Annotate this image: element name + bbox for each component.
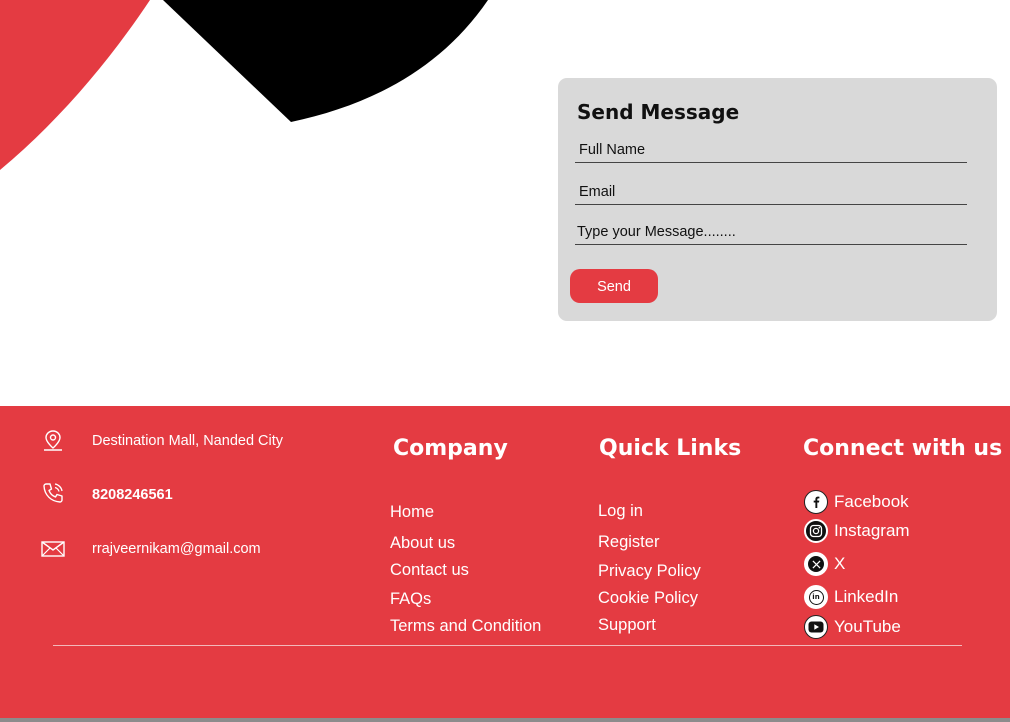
footer-link-faqs[interactable]: FAQs — [390, 590, 431, 609]
send-message-title: Send Message — [577, 100, 740, 124]
instagram-icon — [804, 519, 828, 543]
send-button[interactable]: Send — [570, 269, 658, 303]
social-label: X — [834, 554, 846, 573]
youtube-icon — [804, 615, 828, 639]
bottom-strip — [0, 718, 1010, 722]
facebook-icon — [804, 490, 828, 514]
email-field[interactable]: Email — [575, 181, 967, 205]
footer-link-home[interactable]: Home — [390, 503, 434, 522]
decorative-shapes — [0, 0, 488, 170]
social-label: Facebook — [834, 492, 909, 511]
footer-link-register[interactable]: Register — [598, 533, 659, 552]
connect-heading: Connect with us — [803, 436, 1003, 461]
social-link-facebook[interactable]: Facebook — [804, 489, 909, 515]
footer-divider — [53, 645, 962, 646]
social-label: Instagram — [834, 521, 910, 540]
footer-link-terms[interactable]: Terms and Condition — [390, 617, 541, 636]
black-blob-shape — [163, 0, 488, 122]
footer-link-about-us[interactable]: About us — [390, 534, 455, 553]
quick-links-heading: Quick Links — [599, 436, 742, 461]
message-field[interactable]: Type your Message........ — [575, 221, 967, 245]
phone-text: 8208246561 — [92, 487, 173, 503]
red-blob-shape — [0, 0, 150, 170]
footer-link-cookie-policy[interactable]: Cookie Policy — [598, 589, 698, 608]
email-text: rrajveernikam@gmail.com — [92, 541, 261, 557]
phone-icon — [43, 483, 63, 503]
linkedin-icon: in — [804, 585, 828, 609]
social-label: YouTube — [834, 617, 901, 636]
footer-link-log-in[interactable]: Log in — [598, 502, 643, 521]
send-message-card: Send Message Full Name Email Type your M… — [558, 78, 997, 321]
social-link-youtube[interactable]: YouTube — [804, 614, 901, 640]
footer-link-privacy-policy[interactable]: Privacy Policy — [598, 562, 701, 581]
location-pin-icon — [44, 430, 62, 451]
footer-link-support[interactable]: Support — [598, 616, 656, 635]
mail-icon — [41, 541, 65, 557]
social-link-instagram[interactable]: Instagram — [804, 518, 910, 544]
social-link-linkedin[interactable]: in LinkedIn — [804, 584, 898, 610]
social-link-x[interactable]: X — [804, 551, 845, 577]
company-heading: Company — [393, 436, 508, 461]
social-label: LinkedIn — [834, 587, 899, 606]
full-name-field[interactable]: Full Name — [575, 139, 967, 163]
footer-link-contact-us[interactable]: Contact us — [390, 561, 469, 580]
x-icon — [804, 552, 828, 576]
address-text: Destination Mall, Nanded City — [92, 433, 284, 449]
